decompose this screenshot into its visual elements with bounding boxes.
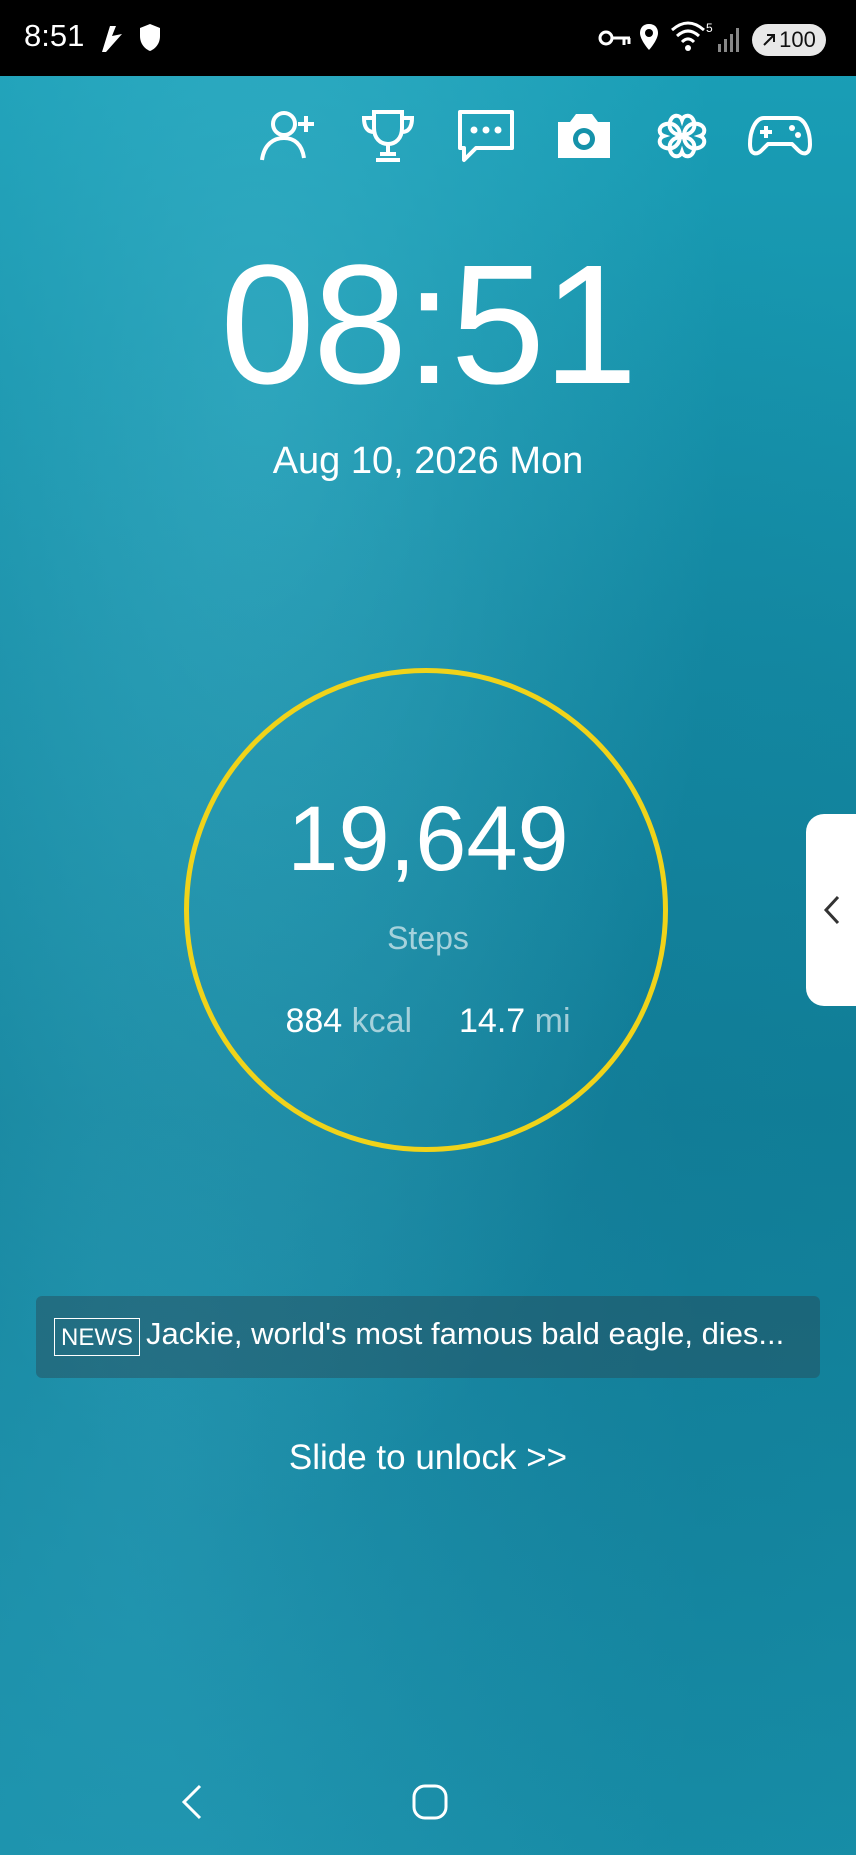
battery-icon: 100: [752, 24, 826, 56]
add-user-icon[interactable]: [258, 108, 322, 164]
clover-icon[interactable]: [650, 108, 714, 164]
steps-ring[interactable]: [184, 668, 668, 1152]
clock-time: 08:51: [220, 230, 637, 420]
steps-label: Steps: [387, 920, 469, 956]
steps-count: 19,649: [287, 788, 569, 890]
status-bar: 8:51 5 100: [0, 0, 856, 76]
chevron-left-icon: [820, 893, 842, 927]
news-tag: NEWS: [54, 1318, 140, 1356]
signal-icon: [716, 24, 744, 54]
steps-stats: 884 kcal 14.7 mi: [0, 1002, 856, 1041]
location-icon: [638, 22, 660, 52]
notification-app-icon: [98, 22, 126, 54]
news-bar[interactable]: NEWS Jackie, world's most famous bald ea…: [36, 1296, 820, 1378]
key-icon: [598, 26, 632, 50]
svg-text:5: 5: [706, 21, 713, 35]
camera-icon[interactable]: [552, 108, 616, 164]
side-panel-tab[interactable]: [806, 814, 856, 1006]
shield-icon: [138, 22, 162, 52]
back-icon[interactable]: [176, 1782, 208, 1822]
kcal-unit: kcal: [351, 1002, 413, 1040]
slide-to-unlock[interactable]: Slide to unlock >>: [0, 1438, 856, 1478]
distance-value: 14.7: [459, 1002, 526, 1040]
distance-unit: mi: [534, 1002, 571, 1040]
home-icon[interactable]: [410, 1782, 450, 1822]
gamepad-icon[interactable]: [748, 108, 812, 164]
clock-date: Aug 10, 2026 Mon: [272, 440, 584, 482]
trophy-icon[interactable]: [356, 108, 420, 164]
battery-level: 100: [779, 27, 816, 52]
news-headline[interactable]: Jackie, world's most famous bald eagle, …: [146, 1316, 806, 1352]
kcal-value: 884: [285, 1002, 343, 1040]
status-time: 8:51: [24, 18, 85, 53]
wifi-icon: 5: [670, 20, 714, 54]
lock-screen: 8:51 5 100 08:51 Aug 10, 2026 Mon 19,649…: [0, 0, 856, 1855]
chat-icon[interactable]: [454, 108, 518, 164]
